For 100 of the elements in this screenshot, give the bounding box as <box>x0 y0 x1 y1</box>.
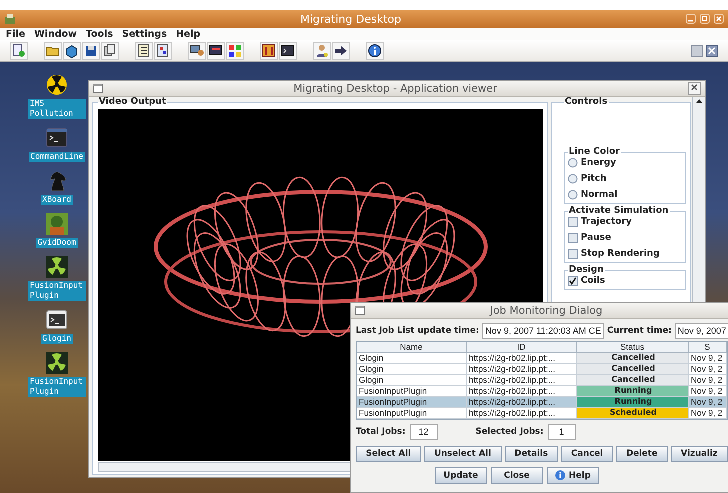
table-cell[interactable]: Nov 9, 2 <box>689 375 727 386</box>
radiation-icon[interactable] <box>46 352 68 374</box>
toolbar-button[interactable] <box>154 42 172 60</box>
minimize-icon[interactable] <box>691 44 703 56</box>
terminal-icon <box>280 42 296 58</box>
info-icon <box>555 470 566 481</box>
menu-item[interactable]: Settings <box>122 28 168 40</box>
checkbox[interactable] <box>568 249 578 259</box>
option-label[interactable]: Pitch <box>581 174 607 184</box>
table-cell[interactable]: Glogin <box>357 353 467 364</box>
close-icon[interactable] <box>706 44 718 56</box>
toolbar-button[interactable] <box>82 42 100 60</box>
option-label[interactable]: Energy <box>581 158 616 168</box>
status-cell[interactable]: Scheduled <box>577 408 689 419</box>
menu-item[interactable]: Help <box>176 28 201 40</box>
radiation-icon[interactable] <box>46 74 68 96</box>
colored-squares-icon <box>227 42 243 58</box>
total-jobs-field: 12 <box>410 424 438 440</box>
toolbar-button[interactable] <box>188 42 206 60</box>
radio-button[interactable] <box>568 174 578 184</box>
action-button[interactable]: Delete <box>616 446 668 462</box>
toolbar-button[interactable] <box>332 42 350 60</box>
table-cell[interactable]: Glogin <box>357 375 467 386</box>
column-header[interactable]: Status <box>577 342 689 353</box>
action-button[interactable]: Select All <box>356 446 422 462</box>
action-button[interactable]: Vizualiz <box>670 446 728 462</box>
table-cell[interactable]: FusionInputPlugin <box>357 397 467 408</box>
table-cell[interactable]: Nov 9, 2 <box>689 408 727 419</box>
radio-button[interactable] <box>568 158 578 168</box>
toolbar-button[interactable] <box>10 42 28 60</box>
toolbar-button[interactable] <box>260 42 278 60</box>
computer-user-icon <box>189 42 205 58</box>
desktop-icon-label[interactable]: FusionInputPlugin <box>28 281 86 301</box>
checkbox[interactable] <box>568 217 578 227</box>
toolbar-button[interactable] <box>226 42 244 60</box>
column-header[interactable]: S <box>689 342 727 353</box>
monitor-icon <box>208 42 224 58</box>
desktop-icon-label[interactable]: IMS Pollution <box>28 99 86 119</box>
radiation-icon[interactable] <box>46 256 68 278</box>
action-button[interactable]: Details <box>504 446 558 462</box>
toolbar-button[interactable] <box>135 42 153 60</box>
footer-button[interactable]: Close <box>491 467 543 484</box>
current-time-field[interactable]: Nov 9, 2007 <box>674 323 728 339</box>
toolbar-button[interactable] <box>207 42 225 60</box>
table-cell[interactable]: Nov 9, 2 <box>689 364 727 375</box>
action-button[interactable]: Unselect All <box>424 446 502 462</box>
status-cell[interactable]: Cancelled <box>577 375 689 386</box>
status-cell[interactable]: Cancelled <box>577 364 689 375</box>
table-cell[interactable]: Nov 9, 2 <box>689 353 727 364</box>
toolbar-button[interactable] <box>101 42 119 60</box>
table-cell[interactable]: https://i2g-rb02.lip.pt:... <box>467 408 577 419</box>
action-button[interactable]: Cancel <box>561 446 614 462</box>
checkbox[interactable] <box>568 233 578 243</box>
documents-icon <box>102 42 118 58</box>
option-label[interactable]: Normal <box>581 190 618 200</box>
menu-item[interactable]: Window <box>34 28 78 40</box>
radio-button[interactable] <box>568 190 578 200</box>
desktop-icon-label[interactable]: Glogin <box>40 334 74 344</box>
footer-button[interactable]: Help <box>547 467 599 484</box>
terminal-icon[interactable] <box>46 127 68 149</box>
option-label[interactable]: Trajectory <box>581 217 632 227</box>
window-menu-icon[interactable] <box>93 84 103 93</box>
toolbar-button[interactable] <box>279 42 297 60</box>
status-cell[interactable]: Running <box>577 397 689 408</box>
table-cell[interactable]: https://i2g-rb02.lip.pt:... <box>467 397 577 408</box>
option-label[interactable]: Stop Rendering <box>581 249 660 259</box>
menu-item[interactable]: Tools <box>86 28 114 40</box>
status-cell[interactable]: Cancelled <box>577 353 689 364</box>
cube-icon <box>64 42 80 58</box>
checkbox[interactable] <box>568 276 578 286</box>
desktop-icon-label[interactable]: XBoard <box>40 195 74 205</box>
close-button[interactable] <box>688 82 701 95</box>
status-cell[interactable]: Running <box>577 386 689 397</box>
table-cell[interactable]: FusionInputPlugin <box>357 408 467 419</box>
document-icon <box>11 42 27 58</box>
field-label: Total Jobs: <box>356 427 406 437</box>
column-header[interactable]: Name <box>357 342 467 353</box>
toolbar-button[interactable] <box>63 42 81 60</box>
footer-button[interactable]: Update <box>435 467 487 484</box>
terminal-icon[interactable] <box>46 309 68 331</box>
menu-item[interactable]: File <box>6 28 26 40</box>
desktop-icon-label[interactable]: FusionInputPlugin <box>28 377 86 397</box>
last-update-field[interactable]: Nov 9, 2007 11:20:03 AM CE <box>482 323 604 339</box>
option-label[interactable]: Coils <box>581 276 606 286</box>
table-cell[interactable]: Glogin <box>357 364 467 375</box>
option-label[interactable]: Pause <box>581 233 612 243</box>
table-cell[interactable]: https://i2g-rb02.lip.pt:... <box>467 375 577 386</box>
desktop-icon-label[interactable]: GvidDoom <box>36 238 78 248</box>
table-cell[interactable]: https://i2g-rb02.lip.pt:... <box>467 353 577 364</box>
table-cell[interactable]: Nov 9, 2 <box>689 397 727 408</box>
column-header[interactable]: ID <box>467 342 577 353</box>
window-menu-icon[interactable] <box>355 306 365 315</box>
desktop-icon-label[interactable]: CommandLine <box>28 152 86 162</box>
toolbar-button[interactable] <box>366 42 384 60</box>
table-cell[interactable]: https://i2g-rb02.lip.pt:... <box>467 364 577 375</box>
panel-title: Video Output <box>98 97 168 107</box>
selected-jobs-field: 1 <box>548 424 576 440</box>
panel-title: Controls <box>564 97 609 107</box>
maximize-icon[interactable] <box>700 14 710 24</box>
info-icon <box>367 42 383 58</box>
